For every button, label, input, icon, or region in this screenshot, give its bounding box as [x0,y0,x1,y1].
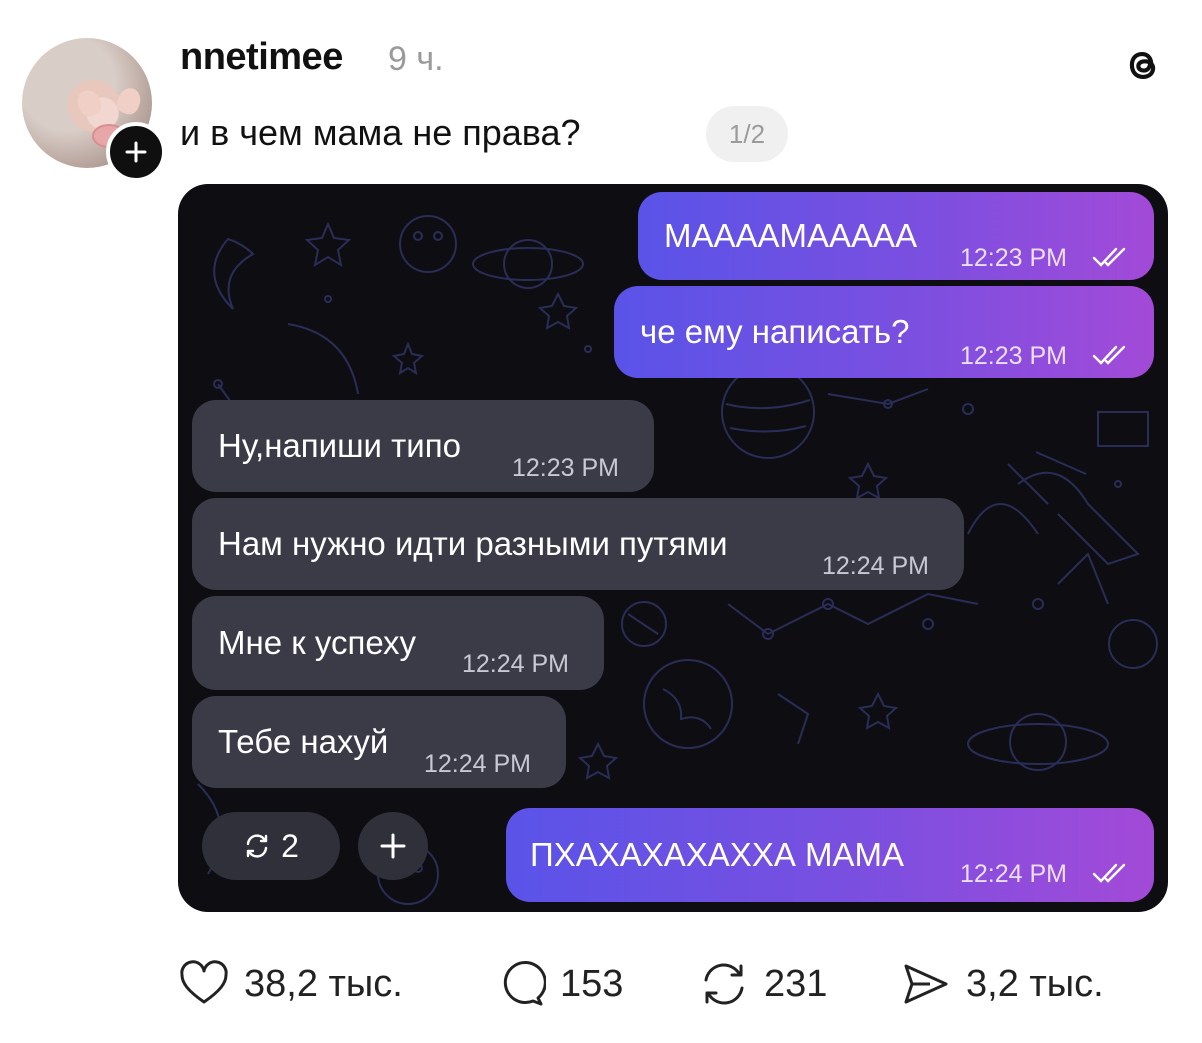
repost-count: 231 [764,962,828,1005]
double-check-icon [1092,247,1126,267]
message-text: ПХАХАХАХАХХА МАМА [530,836,905,873]
message-text: МААААМААААА [664,217,918,254]
repost-button[interactable]: 231 [698,952,827,1016]
message-time: 12:23 PM [960,342,1068,370]
post-text: и в чем мама не права? [180,112,581,153]
share-count: 3,2 тыс. [966,962,1104,1005]
comment-button[interactable]: 153 [494,952,623,1016]
username[interactable]: nnetimee [180,36,343,79]
chat-screenshot[interactable]: МААААМААААА 12:23 PM че ему написать? 12… [178,184,1168,912]
message-text: Ну,напиши типо [218,427,461,464]
message-text: че ему написать? [640,313,910,350]
like-button[interactable]: 38,2 тыс. [178,952,403,1016]
repost-count: 2 [281,827,299,864]
message-time: 12:24 PM [462,650,570,678]
message-bubble-incoming[interactable]: Мне к успеху 12:24 PM [192,596,604,690]
message-text: Нам нужно идти разными путями [218,525,728,562]
message-time: 12:23 PM [512,454,620,482]
double-check-icon [1092,863,1126,883]
message-bubble-incoming[interactable]: Ну,напиши типо 12:23 PM [192,400,654,492]
message-time: 12:24 PM [424,750,532,778]
threads-logo-icon[interactable] [1120,42,1164,88]
message-text: Тебе нахуй [218,723,389,760]
avatar-detail [114,85,144,117]
message-bubble-incoming[interactable]: Тебе нахуй 12:24 PM [192,696,566,788]
avatar-detail [73,86,105,120]
double-check-icon [1092,345,1126,365]
message-bubble-outgoing[interactable]: че ему написать? 12:23 PM [614,286,1154,378]
repost-icon [246,834,268,858]
follow-button[interactable] [106,122,166,182]
message-time: 12:24 PM [822,552,930,580]
message-text: Мне к успеху [218,624,416,661]
message-time: 12:24 PM [960,860,1068,888]
repost-count-chip[interactable]: 2 [202,812,340,880]
post-time: 9 ч. [388,40,444,78]
page-indicator: 1/2 [706,106,788,162]
message-time: 12:23 PM [960,244,1068,272]
share-button[interactable]: 3,2 тыс. [900,952,1104,1016]
message-bubble-outgoing[interactable]: ПХАХАХАХАХХА МАМА 12:24 PM [506,808,1154,902]
like-count: 38,2 тыс. [244,962,403,1005]
comment-icon [503,961,546,1006]
share-icon [904,964,948,1004]
repost-icon [704,963,744,1005]
plus-icon [380,833,406,859]
add-button[interactable] [358,812,428,880]
comment-count: 153 [560,962,624,1005]
plus-icon [125,141,147,163]
post-actions: 38,2 тыс. 153 231 3,2 тыс. [178,952,1168,1016]
heart-icon [180,960,228,1004]
message-bubble-incoming[interactable]: Нам нужно идти разными путями 12:24 PM [192,498,964,590]
message-bubble-outgoing[interactable]: МААААМААААА 12:23 PM [638,192,1154,280]
